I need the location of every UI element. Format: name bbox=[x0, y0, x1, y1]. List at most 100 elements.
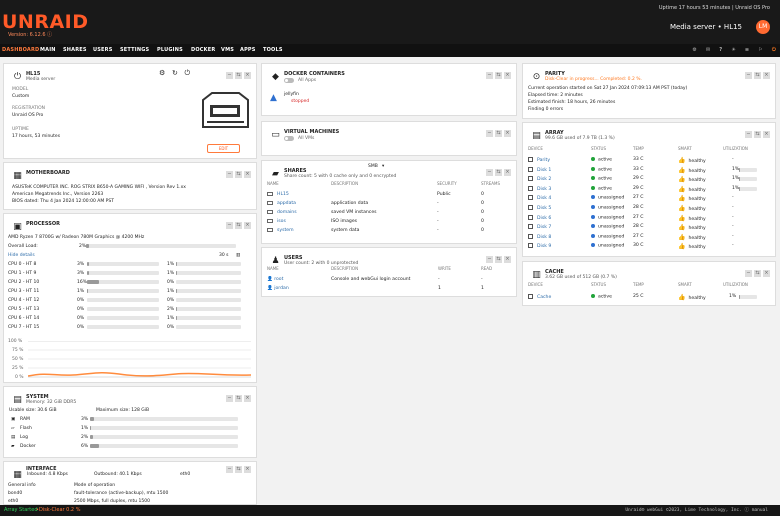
array-device-name[interactable]: Disk 5 bbox=[537, 206, 551, 211]
tab-tools[interactable]: TOOLS bbox=[263, 47, 283, 53]
close-icon[interactable]: × bbox=[504, 169, 511, 176]
close-icon[interactable]: × bbox=[244, 72, 251, 79]
jellyfin-icon[interactable]: ▲ bbox=[270, 93, 277, 103]
version-text[interactable]: Version: 6.12.6 ⓘ bbox=[8, 31, 52, 38]
close-icon[interactable]: × bbox=[244, 395, 251, 402]
settings-icon[interactable]: ⚙ bbox=[692, 47, 697, 53]
user-name[interactable]: jordan bbox=[274, 286, 289, 291]
reboot-icon[interactable]: ↻ bbox=[172, 69, 178, 77]
move-icon[interactable]: ⇆ bbox=[754, 72, 761, 79]
user-row[interactable]: 👤 jordan bbox=[267, 286, 289, 291]
collapse-icon[interactable]: − bbox=[745, 270, 752, 277]
cache-device-row[interactable]: Cache bbox=[528, 294, 551, 300]
close-icon[interactable]: × bbox=[763, 131, 770, 138]
tab-shares[interactable]: SHARES bbox=[63, 47, 87, 53]
settings-icon[interactable]: ⚙ bbox=[159, 69, 165, 77]
collapse-icon[interactable]: − bbox=[486, 130, 493, 137]
collapse-icon[interactable]: − bbox=[226, 222, 233, 229]
share-name[interactable]: appdata bbox=[277, 201, 296, 206]
array-device-name[interactable]: Disk 8 bbox=[537, 235, 551, 240]
tab-settings[interactable]: SETTINGS bbox=[120, 47, 149, 53]
collapse-icon[interactable]: − bbox=[226, 395, 233, 402]
share-name[interactable]: isos bbox=[277, 219, 286, 224]
terminal-icon[interactable]: ≡ bbox=[745, 47, 749, 53]
hide-details-link[interactable]: Hide details bbox=[8, 253, 35, 258]
vms-toggle[interactable] bbox=[284, 136, 294, 141]
docker-all-apps-toggle[interactable] bbox=[284, 78, 294, 83]
move-icon[interactable]: ⇆ bbox=[754, 270, 761, 277]
array-device-row[interactable]: Disk 8 bbox=[528, 233, 551, 240]
move-icon[interactable]: ⇆ bbox=[495, 169, 502, 176]
array-device-name[interactable]: Disk 1 bbox=[537, 168, 551, 173]
collapse-icon[interactable]: − bbox=[226, 171, 233, 178]
array-device-row[interactable]: Disk 9 bbox=[528, 243, 551, 249]
unraid-logo[interactable]: UNRAID bbox=[2, 11, 89, 33]
array-device-row[interactable]: Disk 5 bbox=[528, 205, 551, 211]
close-icon[interactable]: × bbox=[504, 130, 511, 137]
share-name[interactable]: domains bbox=[277, 210, 297, 215]
move-icon[interactable]: ⇆ bbox=[235, 395, 242, 402]
share-row[interactable]: appdata bbox=[267, 201, 296, 206]
collapse-icon[interactable]: − bbox=[745, 131, 752, 138]
container-name[interactable]: jellyfin bbox=[284, 92, 299, 97]
theme-icon[interactable]: ☀ bbox=[731, 47, 736, 53]
user-name[interactable]: root bbox=[274, 277, 283, 282]
power-icon[interactable]: ⏻ bbox=[772, 47, 776, 53]
share-row[interactable]: isos bbox=[267, 219, 286, 224]
move-icon[interactable]: ⇆ bbox=[235, 222, 242, 229]
cache-device-name[interactable]: Cache bbox=[537, 295, 551, 300]
tab-vms[interactable]: VMS bbox=[221, 47, 234, 53]
tab-apps[interactable]: APPS bbox=[240, 47, 256, 53]
array-device-row[interactable]: Disk 3 bbox=[528, 185, 551, 192]
move-icon[interactable]: ⇆ bbox=[495, 72, 502, 79]
array-device-name[interactable]: Disk 6 bbox=[537, 216, 551, 221]
edit-button[interactable]: EDIT bbox=[207, 144, 240, 153]
array-device-row[interactable]: Disk 4 bbox=[528, 195, 551, 201]
collapse-icon[interactable]: − bbox=[486, 72, 493, 79]
shutdown-icon[interactable]: ⏻ bbox=[185, 69, 191, 77]
move-icon[interactable]: ⇆ bbox=[235, 171, 242, 178]
move-icon[interactable]: ⇆ bbox=[235, 72, 242, 79]
collapse-icon[interactable]: − bbox=[486, 169, 493, 176]
array-device-name[interactable]: Disk 4 bbox=[537, 196, 551, 201]
share-row[interactable]: system bbox=[267, 228, 294, 233]
help-icon[interactable]: ? bbox=[719, 47, 722, 53]
array-device-name[interactable]: Disk 3 bbox=[537, 187, 551, 192]
array-device-name[interactable]: Disk 9 bbox=[537, 244, 551, 249]
close-icon[interactable]: × bbox=[244, 222, 251, 229]
collapse-icon[interactable]: − bbox=[745, 72, 752, 79]
feedback-icon[interactable]: ⚐ bbox=[758, 47, 763, 53]
array-device-name[interactable]: Disk 2 bbox=[537, 177, 551, 182]
user-row[interactable]: 👤 root bbox=[267, 277, 283, 282]
move-icon[interactable]: ⇆ bbox=[495, 256, 502, 263]
move-icon[interactable]: ⇆ bbox=[235, 466, 242, 473]
tab-dashboard[interactable]: DASHBOARD bbox=[2, 47, 39, 53]
collapse-icon[interactable]: − bbox=[226, 72, 233, 79]
chevron-down-icon[interactable]: ▾ bbox=[382, 164, 384, 169]
array-device-row[interactable]: Disk 6 bbox=[528, 214, 551, 221]
tab-main[interactable]: MAIN bbox=[40, 47, 56, 53]
close-icon[interactable]: × bbox=[504, 72, 511, 79]
close-icon[interactable]: × bbox=[244, 171, 251, 178]
array-device-row[interactable]: Disk 7 bbox=[528, 224, 551, 230]
collapse-icon[interactable]: − bbox=[226, 466, 233, 473]
close-icon[interactable]: × bbox=[763, 270, 770, 277]
share-name[interactable]: system bbox=[277, 228, 294, 233]
close-icon[interactable]: × bbox=[504, 256, 511, 263]
share-name[interactable]: HL15 bbox=[277, 192, 289, 197]
tab-users[interactable]: USERS bbox=[93, 47, 113, 53]
share-row[interactable]: HL15 bbox=[267, 192, 289, 197]
tab-docker[interactable]: DOCKER bbox=[191, 47, 215, 53]
chart-icon[interactable]: ▥ bbox=[236, 253, 240, 258]
move-icon[interactable]: ⇆ bbox=[754, 131, 761, 138]
move-icon[interactable]: ⇆ bbox=[495, 130, 502, 137]
tab-plugins[interactable]: PLUGINS bbox=[157, 47, 183, 53]
smb-select[interactable]: SMB bbox=[368, 164, 378, 169]
collapse-icon[interactable]: − bbox=[486, 256, 493, 263]
array-device-name[interactable]: Disk 7 bbox=[537, 225, 551, 230]
array-device-row[interactable]: Disk 2 bbox=[528, 176, 551, 182]
graph-interval-select[interactable]: 30 s bbox=[219, 253, 229, 258]
interface-select[interactable]: eth0 bbox=[180, 472, 190, 477]
array-device-name[interactable]: Parity bbox=[537, 158, 550, 163]
close-icon[interactable]: × bbox=[763, 72, 770, 79]
